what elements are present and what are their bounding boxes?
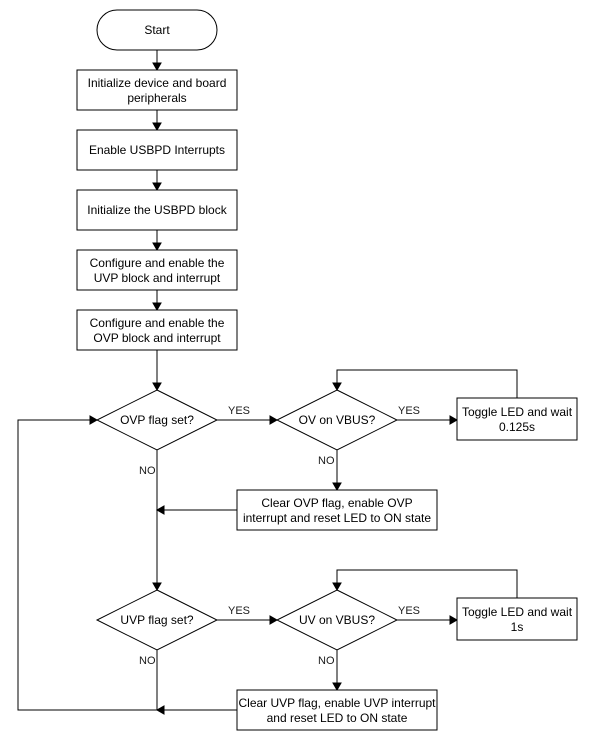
arrowhead bbox=[332, 482, 342, 492]
arrowhead bbox=[152, 242, 162, 252]
edge-toggle2-loop bbox=[336, 569, 518, 598]
node-text: UVP block and interrupt bbox=[94, 271, 221, 285]
node-text: Configure and enable the bbox=[90, 256, 225, 270]
label-uvp-no: NO bbox=[139, 655, 156, 667]
arrowhead bbox=[152, 582, 162, 592]
node-toggle-uv: Toggle LED and wait 1s bbox=[456, 597, 578, 641]
node-uv-vbus: UV on VBUS? bbox=[275, 589, 399, 651]
node-text: Enable USBPD Interrupts bbox=[89, 143, 225, 157]
arrowhead bbox=[152, 62, 162, 72]
node-text: interrupt and reset LED to ON state bbox=[243, 511, 431, 525]
label-ovp-yes: YES bbox=[228, 405, 250, 417]
label-ov-yes: YES bbox=[398, 405, 420, 417]
node-text: OVP block and interrupt bbox=[93, 331, 221, 345]
arrowhead bbox=[152, 182, 162, 192]
flowchart: YES NO YES NO YES NO YES NO Start Initia… bbox=[17, 9, 578, 731]
node-clear-ovp: Clear OVP flag, enable OVP interrupt and… bbox=[236, 489, 438, 531]
node-text: Configure and enable the bbox=[90, 316, 225, 330]
node-text: OVP flag set? bbox=[120, 413, 194, 427]
arrowhead bbox=[332, 582, 342, 592]
node-ov-vbus: OV on VBUS? bbox=[275, 389, 399, 451]
arrowhead bbox=[155, 505, 165, 515]
node-text: UVP flag set? bbox=[120, 613, 193, 627]
arrowhead bbox=[152, 382, 162, 392]
label-ov-no: NO bbox=[318, 455, 335, 467]
node-text: OV on VBUS? bbox=[299, 413, 376, 427]
node-ovp-flag: OVP flag set? bbox=[95, 389, 219, 451]
node-clear-uvp: Clear UVP flag, enable UVP interrupt and… bbox=[236, 689, 438, 731]
arrowhead bbox=[155, 705, 165, 715]
node-text: Toggle LED and wait bbox=[462, 405, 573, 419]
node-text: Start bbox=[144, 23, 170, 37]
node-uvp-flag: UVP flag set? bbox=[95, 589, 219, 651]
arrowhead bbox=[449, 615, 459, 625]
node-text: Clear OVP flag, enable OVP bbox=[261, 496, 412, 510]
node-text: Toggle LED and wait bbox=[462, 605, 573, 619]
node-text: and reset LED to ON state bbox=[267, 711, 408, 725]
node-text: peripherals bbox=[127, 91, 186, 105]
label-uv-no: NO bbox=[318, 655, 335, 667]
node-text: 1s bbox=[511, 620, 524, 634]
node-text: Initialize the USBPD block bbox=[87, 203, 227, 217]
arrowhead bbox=[332, 382, 342, 392]
node-start: Start bbox=[96, 9, 218, 51]
node-cfg-ovp: Configure and enable the OVP block and i… bbox=[76, 309, 238, 351]
label-uv-yes: YES bbox=[398, 605, 420, 617]
node-init-usbpd: Initialize the USBPD block bbox=[76, 189, 238, 231]
edge-loop-back bbox=[17, 419, 158, 711]
label-ovp-no: NO bbox=[139, 465, 156, 477]
arrowhead bbox=[449, 415, 459, 425]
arrowhead bbox=[332, 682, 342, 692]
edge-toggle-loop bbox=[336, 369, 518, 398]
node-init-device: Initialize device and board peripherals bbox=[76, 69, 238, 111]
node-text: 0.125s bbox=[499, 420, 535, 434]
arrowhead bbox=[152, 302, 162, 312]
arrowhead bbox=[152, 122, 162, 132]
node-text: Initialize device and board bbox=[88, 76, 227, 90]
node-enable-irq: Enable USBPD Interrupts bbox=[76, 129, 238, 171]
label-uvp-yes: YES bbox=[228, 605, 250, 617]
node-toggle-ov: Toggle LED and wait 0.125s bbox=[456, 397, 578, 441]
node-cfg-uvp: Configure and enable the UVP block and i… bbox=[76, 249, 238, 291]
node-text: Clear UVP flag, enable UVP interrupt bbox=[239, 696, 437, 710]
node-text: UV on VBUS? bbox=[299, 613, 375, 627]
